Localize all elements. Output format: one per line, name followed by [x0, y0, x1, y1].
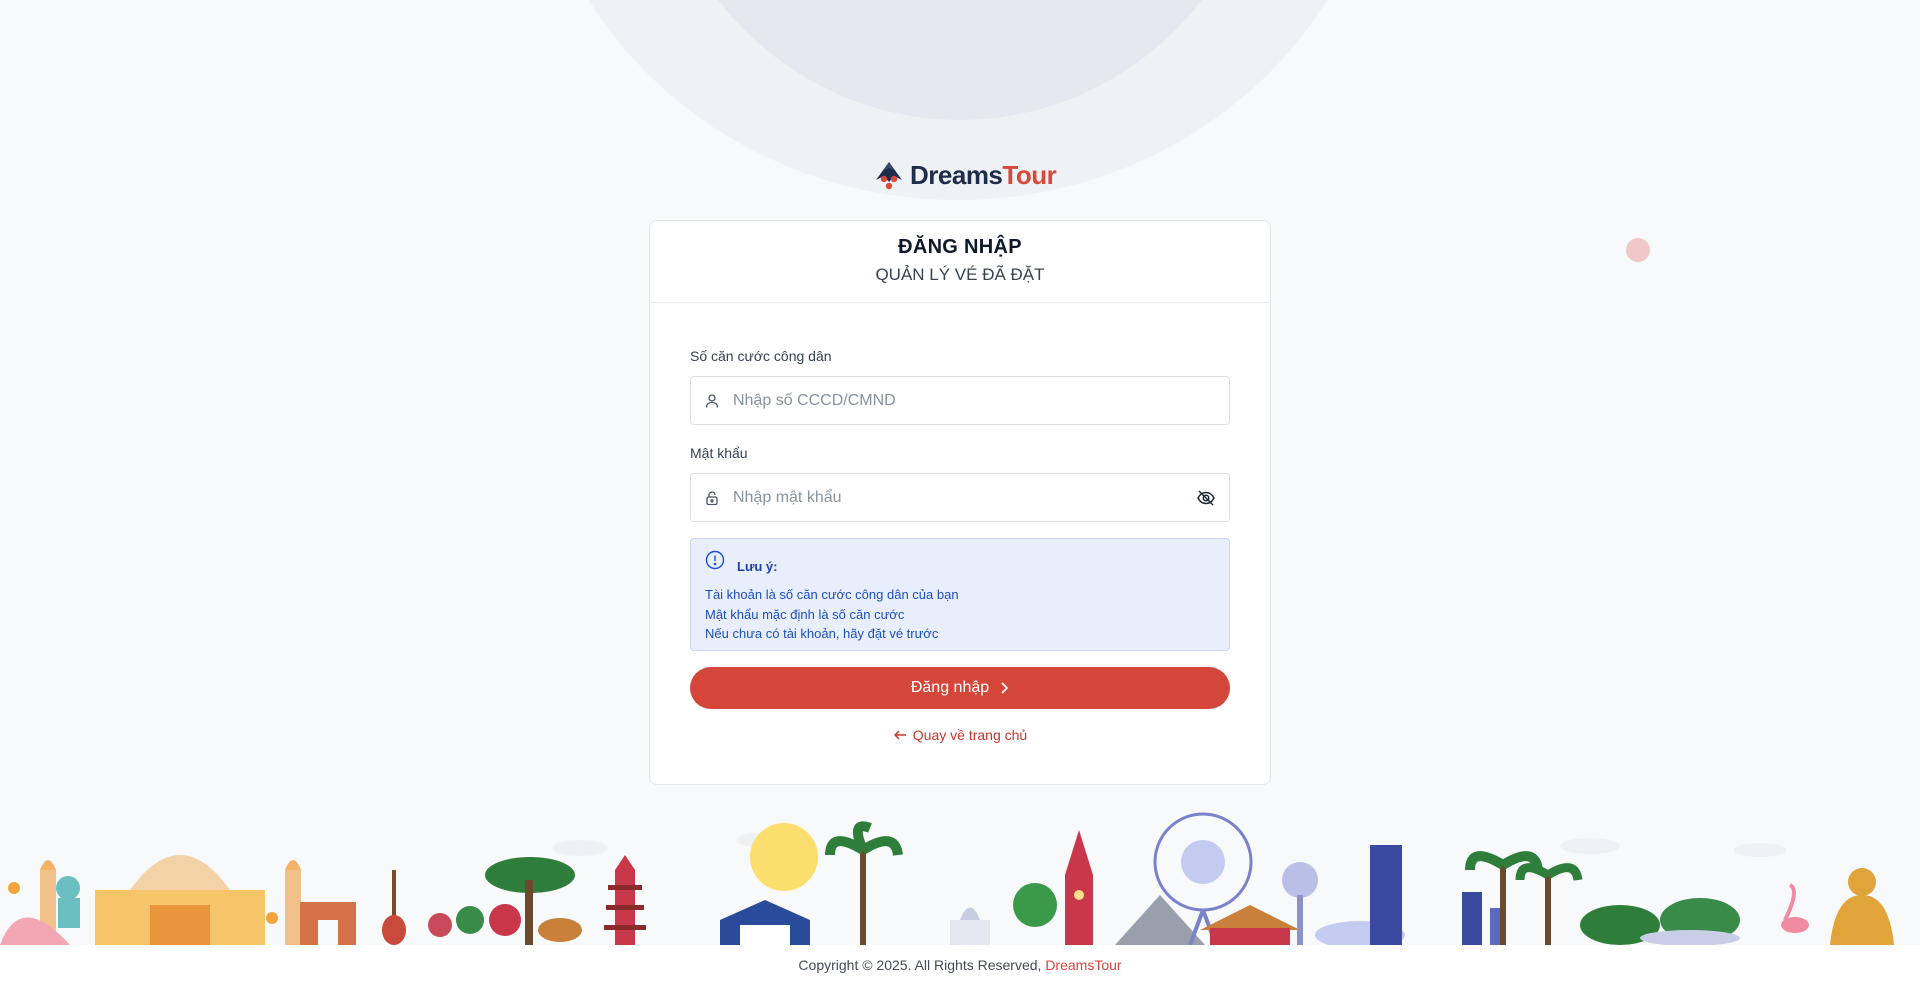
- note-line: Tài khoản là số căn cước công dân của bạ…: [705, 587, 959, 602]
- logo-text: DreamsTour: [910, 159, 1057, 191]
- login-button[interactable]: Đăng nhập: [690, 667, 1230, 709]
- login-form: Số căn cước công dân Mật khẩu: [650, 348, 1270, 743]
- decorative-dot: [1626, 238, 1650, 262]
- logo-mark-icon: [876, 162, 902, 190]
- password-field: [690, 473, 1230, 522]
- password-input[interactable]: [733, 474, 1195, 521]
- landmarks-skyline-illustration: [0, 812, 1894, 945]
- note-title: Lưu ý:: [737, 559, 778, 574]
- note-header: Lưu ý:: [705, 550, 1215, 575]
- page-subtitle: QUẢN LÝ VÉ ĐÃ ĐẶT: [875, 265, 1045, 284]
- card-header: ĐĂNG NHẬP QUẢN LÝ VÉ ĐÃ ĐẶT: [650, 221, 1270, 303]
- note-line: Nếu chưa có tài khoản, hãy đặt vé trước: [705, 626, 939, 641]
- back-home-link[interactable]: Quay về trang chủ: [690, 727, 1230, 743]
- arrow-left-icon: [893, 730, 906, 740]
- logo-text-dreams: Dreams: [910, 159, 1003, 190]
- cccd-label: Số căn cước công dân: [690, 348, 832, 364]
- logo-text-tour: Tour: [1002, 159, 1057, 190]
- login-button-label: Đăng nhập: [910, 679, 990, 696]
- copyright-text: Copyright © 2025. All Rights Reserved,: [798, 957, 1042, 973]
- footer: Copyright © 2025. All Rights Reserved, D…: [0, 945, 1920, 986]
- cccd-input[interactable]: [733, 377, 1217, 424]
- user-icon: [703, 392, 721, 410]
- lock-icon: [703, 489, 721, 507]
- info-note: Lưu ý: Tài khoản là số căn cước công dân…: [690, 538, 1230, 651]
- note-line: Mật khẩu mặc định là số căn cước: [705, 606, 905, 622]
- brand-logo[interactable]: DreamsTour: [872, 158, 1057, 192]
- cccd-field: [690, 376, 1230, 425]
- note-lines: Tài khoản là số căn cước công dân của bạ…: [705, 585, 1215, 644]
- page-title: ĐĂNG NHẬP: [898, 236, 1022, 258]
- chevron-right-icon: [1001, 682, 1009, 694]
- password-label: Mật khẩu: [690, 445, 748, 461]
- login-card: ĐĂNG NHẬP QUẢN LÝ VÉ ĐÃ ĐẶT Số căn cước …: [649, 220, 1271, 785]
- eye-off-icon[interactable]: [1195, 487, 1217, 509]
- back-home-label: Quay về trang chủ: [912, 727, 1028, 743]
- footer-brand-link[interactable]: DreamsTour: [1045, 957, 1121, 973]
- info-circle-icon: [705, 550, 725, 575]
